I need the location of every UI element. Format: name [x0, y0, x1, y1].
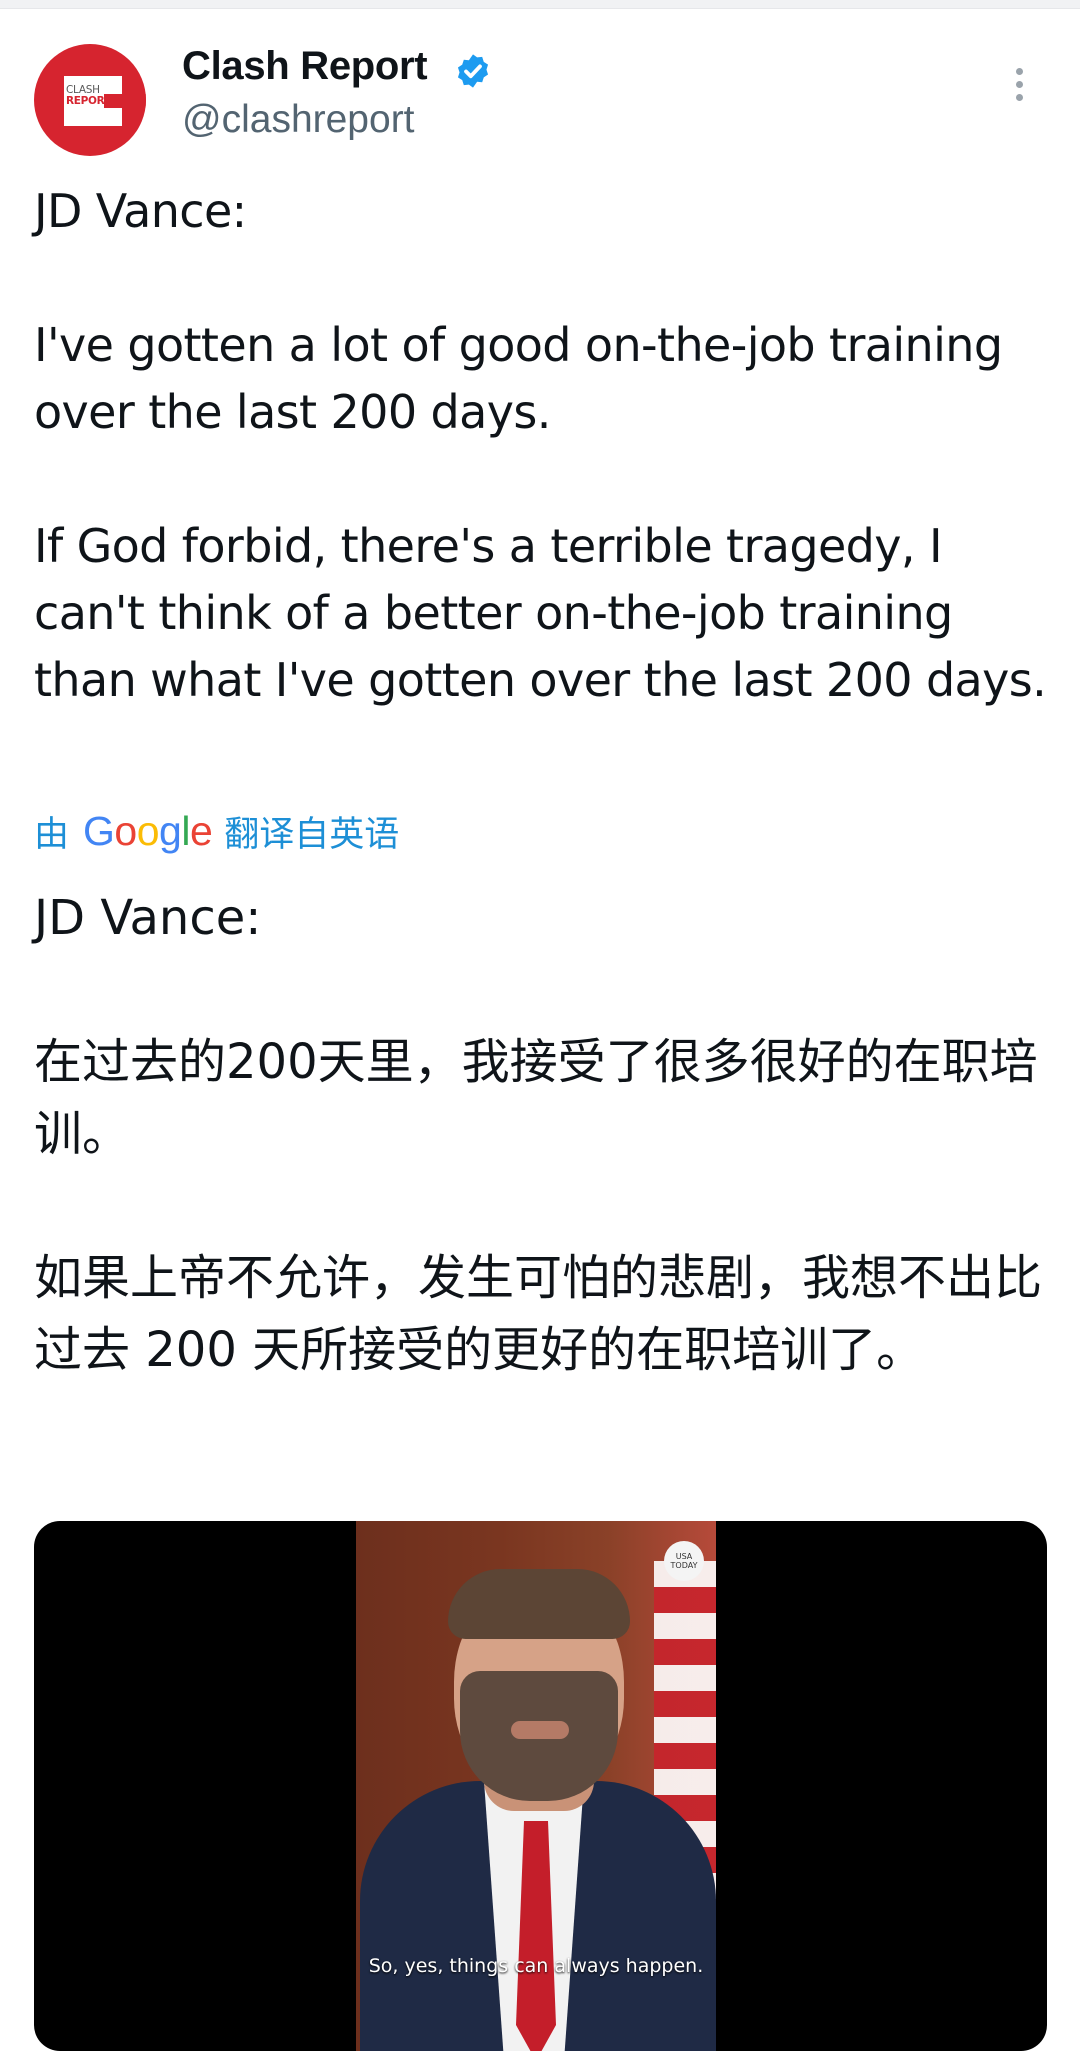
author-display-name[interactable]: Clash Report [182, 44, 428, 89]
avatar-logo-text: CLASH REPORT [66, 85, 128, 107]
post-text: JD Vance: I've gotten a lot of good on-t… [34, 184, 1047, 707]
video-watermark: USA TODAY [664, 1541, 704, 1581]
video-figure-hair [448, 1569, 630, 1639]
top-divider [0, 0, 1080, 9]
author-handle[interactable]: @clashreport [182, 98, 415, 142]
translation-attribution[interactable]: 由 Google 翻译自英语 [34, 806, 399, 856]
video-subtitle: So, yes, things can always happen. [368, 1955, 704, 1977]
avatar[interactable]: CLASH REPORT [34, 44, 146, 156]
video-player[interactable]: USA TODAY So, yes, things can always hap… [34, 1521, 1047, 2051]
more-options-icon[interactable] [1012, 68, 1026, 108]
verified-badge-icon [457, 54, 489, 88]
translated-text: JD Vance: 在过去的200天里，我接受了很多很好的在职培训。 如果上帝不… [34, 890, 1043, 1378]
translation-suffix: 翻译自英语 [224, 814, 400, 855]
video-figure-mouth [511, 1721, 569, 1739]
translation-prefix: 由 [34, 814, 70, 855]
video-frame: USA TODAY So, yes, things can always hap… [356, 1521, 716, 2051]
avatar-logo-line2: REPORT [66, 95, 111, 107]
google-logo: Google [83, 807, 213, 854]
